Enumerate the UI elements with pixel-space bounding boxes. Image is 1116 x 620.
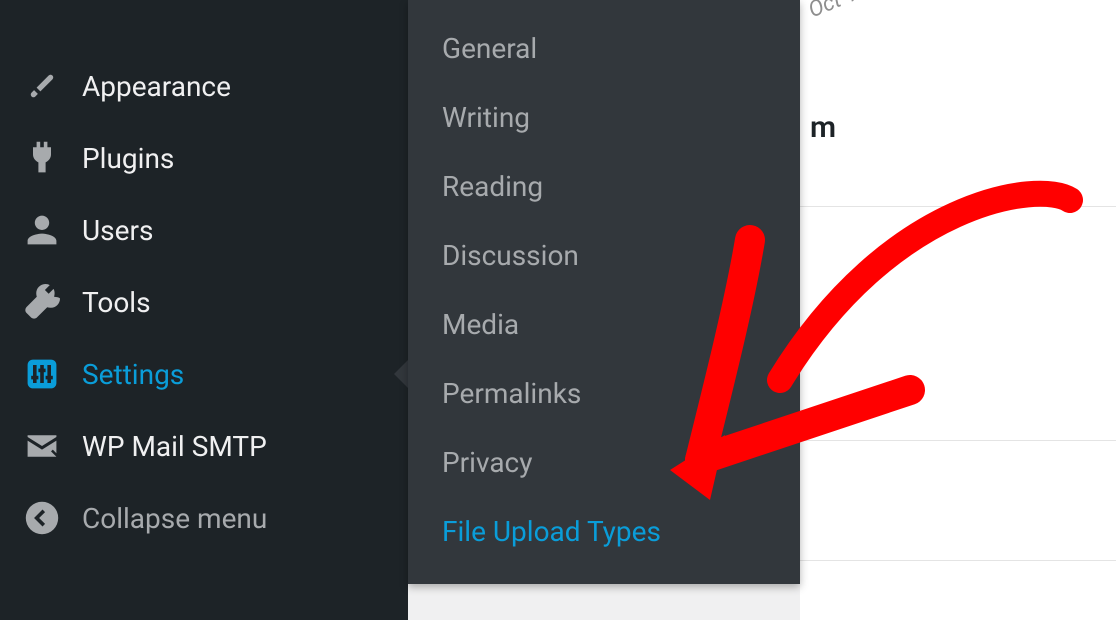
sidebar-item-users[interactable]: Users — [0, 194, 408, 266]
submenu-item-media[interactable]: Media — [408, 290, 800, 359]
submenu-item-privacy[interactable]: Privacy — [408, 428, 800, 497]
sidebar-item-tools[interactable]: Tools — [0, 266, 408, 338]
sidebar-item-label: WP Mail SMTP — [82, 430, 267, 463]
submenu-item-general[interactable]: General — [408, 14, 800, 83]
collapse-icon — [24, 500, 60, 536]
plug-icon — [24, 140, 60, 176]
content-divider — [800, 440, 1116, 441]
sidebar-item-label: Appearance — [82, 70, 231, 103]
sidebar-item-label: Settings — [82, 358, 184, 391]
sidebar-item-wp-mail-smtp[interactable]: WP Mail SMTP — [0, 410, 408, 482]
sidebar-item-label: Tools — [82, 286, 151, 319]
partial-heading: m — [810, 110, 836, 145]
sidebar-item-settings[interactable]: Settings — [0, 338, 408, 410]
sidebar-item-label: Plugins — [82, 142, 174, 175]
sidebar-item-appearance[interactable]: Appearance — [0, 50, 408, 122]
content-divider — [800, 206, 1116, 207]
brush-icon — [24, 68, 60, 104]
submenu-item-discussion[interactable]: Discussion — [408, 221, 800, 290]
sliders-icon — [24, 356, 60, 392]
submenu-item-file-upload-types[interactable]: File Upload Types — [408, 497, 800, 566]
submenu-item-reading[interactable]: Reading — [408, 152, 800, 221]
sidebar-item-label: Users — [82, 214, 153, 247]
collapse-menu-label: Collapse menu — [82, 502, 267, 535]
main-content-bg — [800, 0, 1116, 620]
settings-submenu: General Writing Reading Discussion Media… — [408, 0, 800, 584]
mail-icon — [24, 428, 60, 464]
user-icon — [24, 212, 60, 248]
wrench-icon — [24, 284, 60, 320]
sidebar-item-plugins[interactable]: Plugins — [0, 122, 408, 194]
admin-sidebar: Appearance Plugins Users Tools Settings … — [0, 0, 408, 620]
submenu-item-permalinks[interactable]: Permalinks — [408, 359, 800, 428]
submenu-item-writing[interactable]: Writing — [408, 83, 800, 152]
collapse-menu-button[interactable]: Collapse menu — [0, 482, 408, 554]
content-divider — [800, 560, 1116, 561]
